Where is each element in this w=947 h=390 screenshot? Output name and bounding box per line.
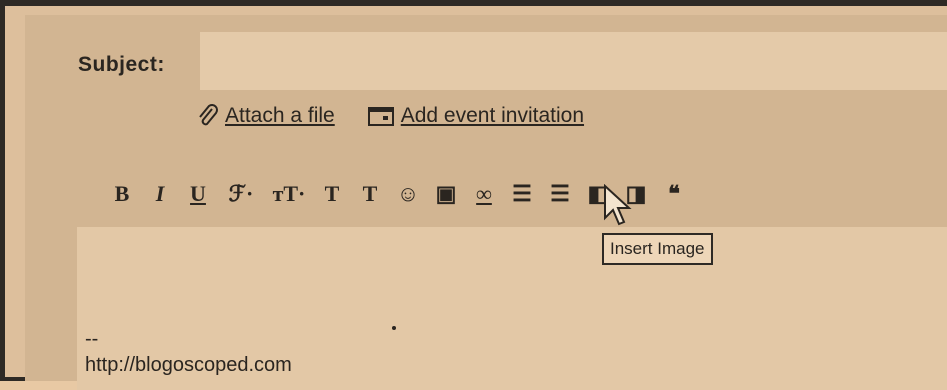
bulleted-list-button[interactable]: ☰: [543, 177, 577, 211]
underline-button[interactable]: U: [181, 177, 215, 211]
signature-url: http://blogoscoped.com: [85, 354, 292, 376]
add-event-label: Add event invitation: [400, 104, 585, 127]
screenshot-frame: Subject: Attach a file Add event invitat…: [0, 0, 947, 390]
quote-button[interactable]: ❝: [657, 177, 691, 211]
image-icon: ▣: [435, 181, 457, 206]
signature: -- http://blogoscoped.com: [85, 326, 292, 378]
add-event-link[interactable]: Add event invitation: [367, 104, 584, 128]
font-icon: ℱ·: [228, 181, 254, 206]
subject-label: Subject:: [78, 53, 165, 76]
remove-formatting-button[interactable]: T: [353, 177, 387, 211]
subject-input[interactable]: [200, 32, 947, 90]
remove-formatting-icon: T: [362, 181, 378, 206]
attachment-links: Attach a file Add event invitation: [195, 103, 584, 129]
insert-image-button[interactable]: ▣: [429, 177, 463, 211]
insert-image-tooltip: Insert Image: [602, 233, 713, 265]
font-size-icon: ᴛT·: [272, 181, 306, 206]
signature-dashes: --: [85, 328, 99, 350]
italic-button[interactable]: I: [143, 177, 177, 211]
mouse-pointer-icon: [604, 184, 632, 226]
underline-icon: U: [190, 181, 206, 206]
speck: [392, 326, 396, 330]
quote-icon: ❝: [668, 181, 680, 206]
bold-button[interactable]: B: [105, 177, 139, 211]
emoticon-icon: ☺: [396, 181, 420, 206]
text-color-button[interactable]: T: [315, 177, 349, 211]
emoticon-button[interactable]: ☺: [391, 177, 425, 211]
attach-file-link[interactable]: Attach a file: [195, 103, 335, 129]
font-button[interactable]: ℱ·: [219, 177, 263, 211]
link-icon: ∞: [476, 181, 492, 206]
numbered-list-icon: ☰: [512, 181, 532, 206]
italic-icon: I: [155, 181, 165, 206]
bold-icon: B: [114, 181, 130, 206]
numbered-list-button[interactable]: ☰: [505, 177, 539, 211]
bulleted-list-icon: ☰: [550, 181, 570, 206]
link-button[interactable]: ∞: [467, 177, 501, 211]
calendar-icon: [367, 107, 394, 126]
attach-file-label: Attach a file: [225, 104, 335, 127]
text-color-icon: T: [324, 181, 340, 206]
paperclip-icon: [199, 104, 218, 126]
font-size-button[interactable]: ᴛT·: [267, 177, 311, 211]
